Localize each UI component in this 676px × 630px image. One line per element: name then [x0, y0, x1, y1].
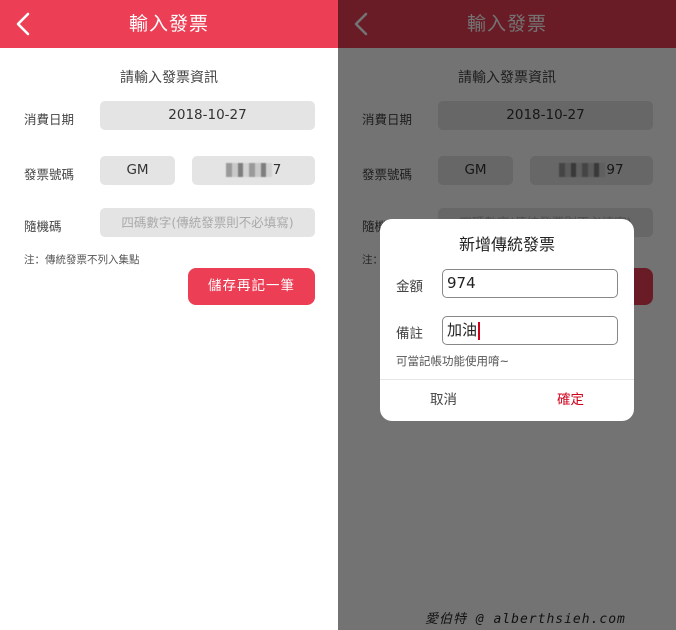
dialog-hint: 可當記帳功能使用唷~: [396, 354, 510, 368]
invoice-number-field[interactable]: 7: [192, 156, 315, 185]
back-button[interactable]: [10, 10, 38, 38]
invoice-prefix-field[interactable]: GM: [100, 156, 175, 185]
note-text: 注：傳統發票不列入集點: [24, 254, 140, 266]
amount-value: 974: [447, 274, 476, 292]
top-bar: 輸入發票: [0, 0, 338, 48]
chevron-left-icon: [16, 12, 30, 36]
date-field[interactable]: 2018-10-27: [100, 101, 315, 130]
remark-value: 加油: [447, 321, 478, 339]
add-traditional-invoice-dialog: 新增傳統發票 金額 974 備註 加油 可當記帳功能使用唷~ 取消 確定: [380, 219, 634, 421]
watermark: 愛伯特 @ alberthsieh.com: [425, 612, 626, 627]
invoice-number-value: 7: [272, 162, 282, 178]
confirm-button[interactable]: 確定: [507, 380, 634, 421]
redaction-blur: [225, 163, 272, 177]
date-label: 消費日期: [24, 112, 75, 127]
dialog-title: 新增傳統發票: [458, 235, 555, 254]
random-code-label: 隨機碼: [24, 219, 62, 234]
amount-input[interactable]: 974: [442, 269, 618, 298]
invoice-screen-right: 輸入發票 請輸入發票資訊 消費日期 2018-10-27 發票號碼 GM 97 …: [338, 0, 676, 630]
form-heading: 請輸入發票資訊: [120, 70, 218, 86]
save-and-add-button[interactable]: 儲存再記一筆: [188, 268, 315, 305]
remark-label: 備註: [396, 326, 423, 342]
invoice-prefix-value: GM: [126, 162, 149, 178]
amount-label: 金額: [396, 279, 423, 295]
random-code-input[interactable]: 四碼數字(傳統發票則不必填寫): [100, 208, 315, 237]
date-value: 2018-10-27: [168, 107, 247, 123]
invoice-number-label: 發票號碼: [24, 167, 75, 182]
text-cursor: [478, 321, 480, 340]
random-code-placeholder: 四碼數字(傳統發票則不必填寫): [121, 215, 294, 230]
remark-input[interactable]: 加油: [442, 316, 618, 345]
invoice-screen-left: 輸入發票 請輸入發票資訊 消費日期 2018-10-27 發票號碼 GM 7 隨…: [0, 0, 338, 630]
page-title: 輸入發票: [128, 13, 209, 35]
cancel-button[interactable]: 取消: [380, 380, 507, 421]
